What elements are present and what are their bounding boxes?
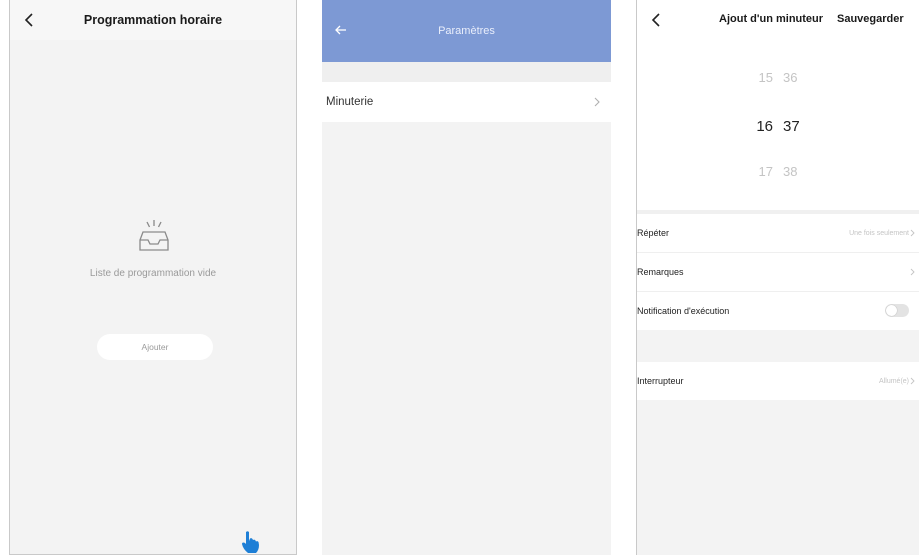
minute-value: 37 (783, 118, 800, 135)
picker-row-previous[interactable]: 15 36 (637, 70, 919, 85)
switch-value: Allumé(e) (879, 377, 909, 385)
minute-value: 36 (783, 70, 798, 85)
chevron-right-icon (910, 377, 915, 385)
repeat-row[interactable]: Répéter Une fois seulement (637, 214, 919, 252)
chevron-left-icon[interactable] (20, 10, 40, 30)
chevron-right-icon (910, 229, 915, 237)
chevron-right-icon (594, 97, 600, 107)
header: Programmation horaire (10, 0, 296, 40)
toggle-knob (886, 305, 897, 316)
picker-row-selected[interactable]: 16 37 (637, 118, 919, 135)
notification-toggle[interactable] (885, 304, 909, 317)
arrow-left-icon[interactable] (334, 23, 348, 37)
switch-row[interactable]: Interrupteur Allumé(e) (637, 362, 919, 400)
menu-item-minuterie[interactable]: Minuterie (322, 82, 611, 122)
settings-screen: Paramètres Minuterie (322, 0, 611, 555)
empty-list-message: Liste de programmation vide (89, 268, 217, 279)
page-title: Programmation horaire (83, 13, 223, 27)
page-title: Paramètres (438, 24, 495, 37)
section-gap (637, 331, 919, 362)
notes-label: Remarques (637, 267, 684, 277)
empty-tray-icon (139, 220, 169, 251)
repeat-label: Répéter (637, 228, 670, 238)
schedule-screen: Programmation horaire Liste de programma… (9, 0, 297, 555)
minute-value: 38 (783, 164, 798, 179)
notes-row[interactable]: Remarques (637, 253, 919, 291)
header: Paramètres (322, 0, 611, 62)
add-timer-screen: Ajout d'un minuteur Sauvegarder 15 36 16… (636, 0, 919, 555)
switch-label: Interrupteur (637, 376, 684, 386)
chevron-left-icon[interactable] (647, 10, 667, 30)
save-button[interactable]: Sauvegarder (837, 13, 904, 25)
add-button[interactable]: Ajouter (97, 334, 213, 360)
section-gap (322, 62, 611, 82)
picker-row-next[interactable]: 17 38 (637, 164, 919, 179)
repeat-value: Une fois seulement (849, 229, 909, 237)
header: Ajout d'un minuteur Sauvegarder (637, 0, 919, 40)
time-picker[interactable]: 15 36 16 37 17 38 (637, 40, 919, 210)
hour-value: 17 (758, 164, 773, 179)
menu-item-label: Minuterie (326, 96, 374, 108)
hour-value: 16 (756, 118, 773, 135)
hour-value: 15 (758, 70, 773, 85)
page-title: Ajout d'un minuteur (719, 13, 824, 25)
notification-label: Notification d'exécution (637, 306, 730, 316)
pointing-hand-icon (242, 531, 259, 553)
notification-row: Notification d'exécution (637, 292, 919, 330)
chevron-right-icon (910, 268, 915, 276)
